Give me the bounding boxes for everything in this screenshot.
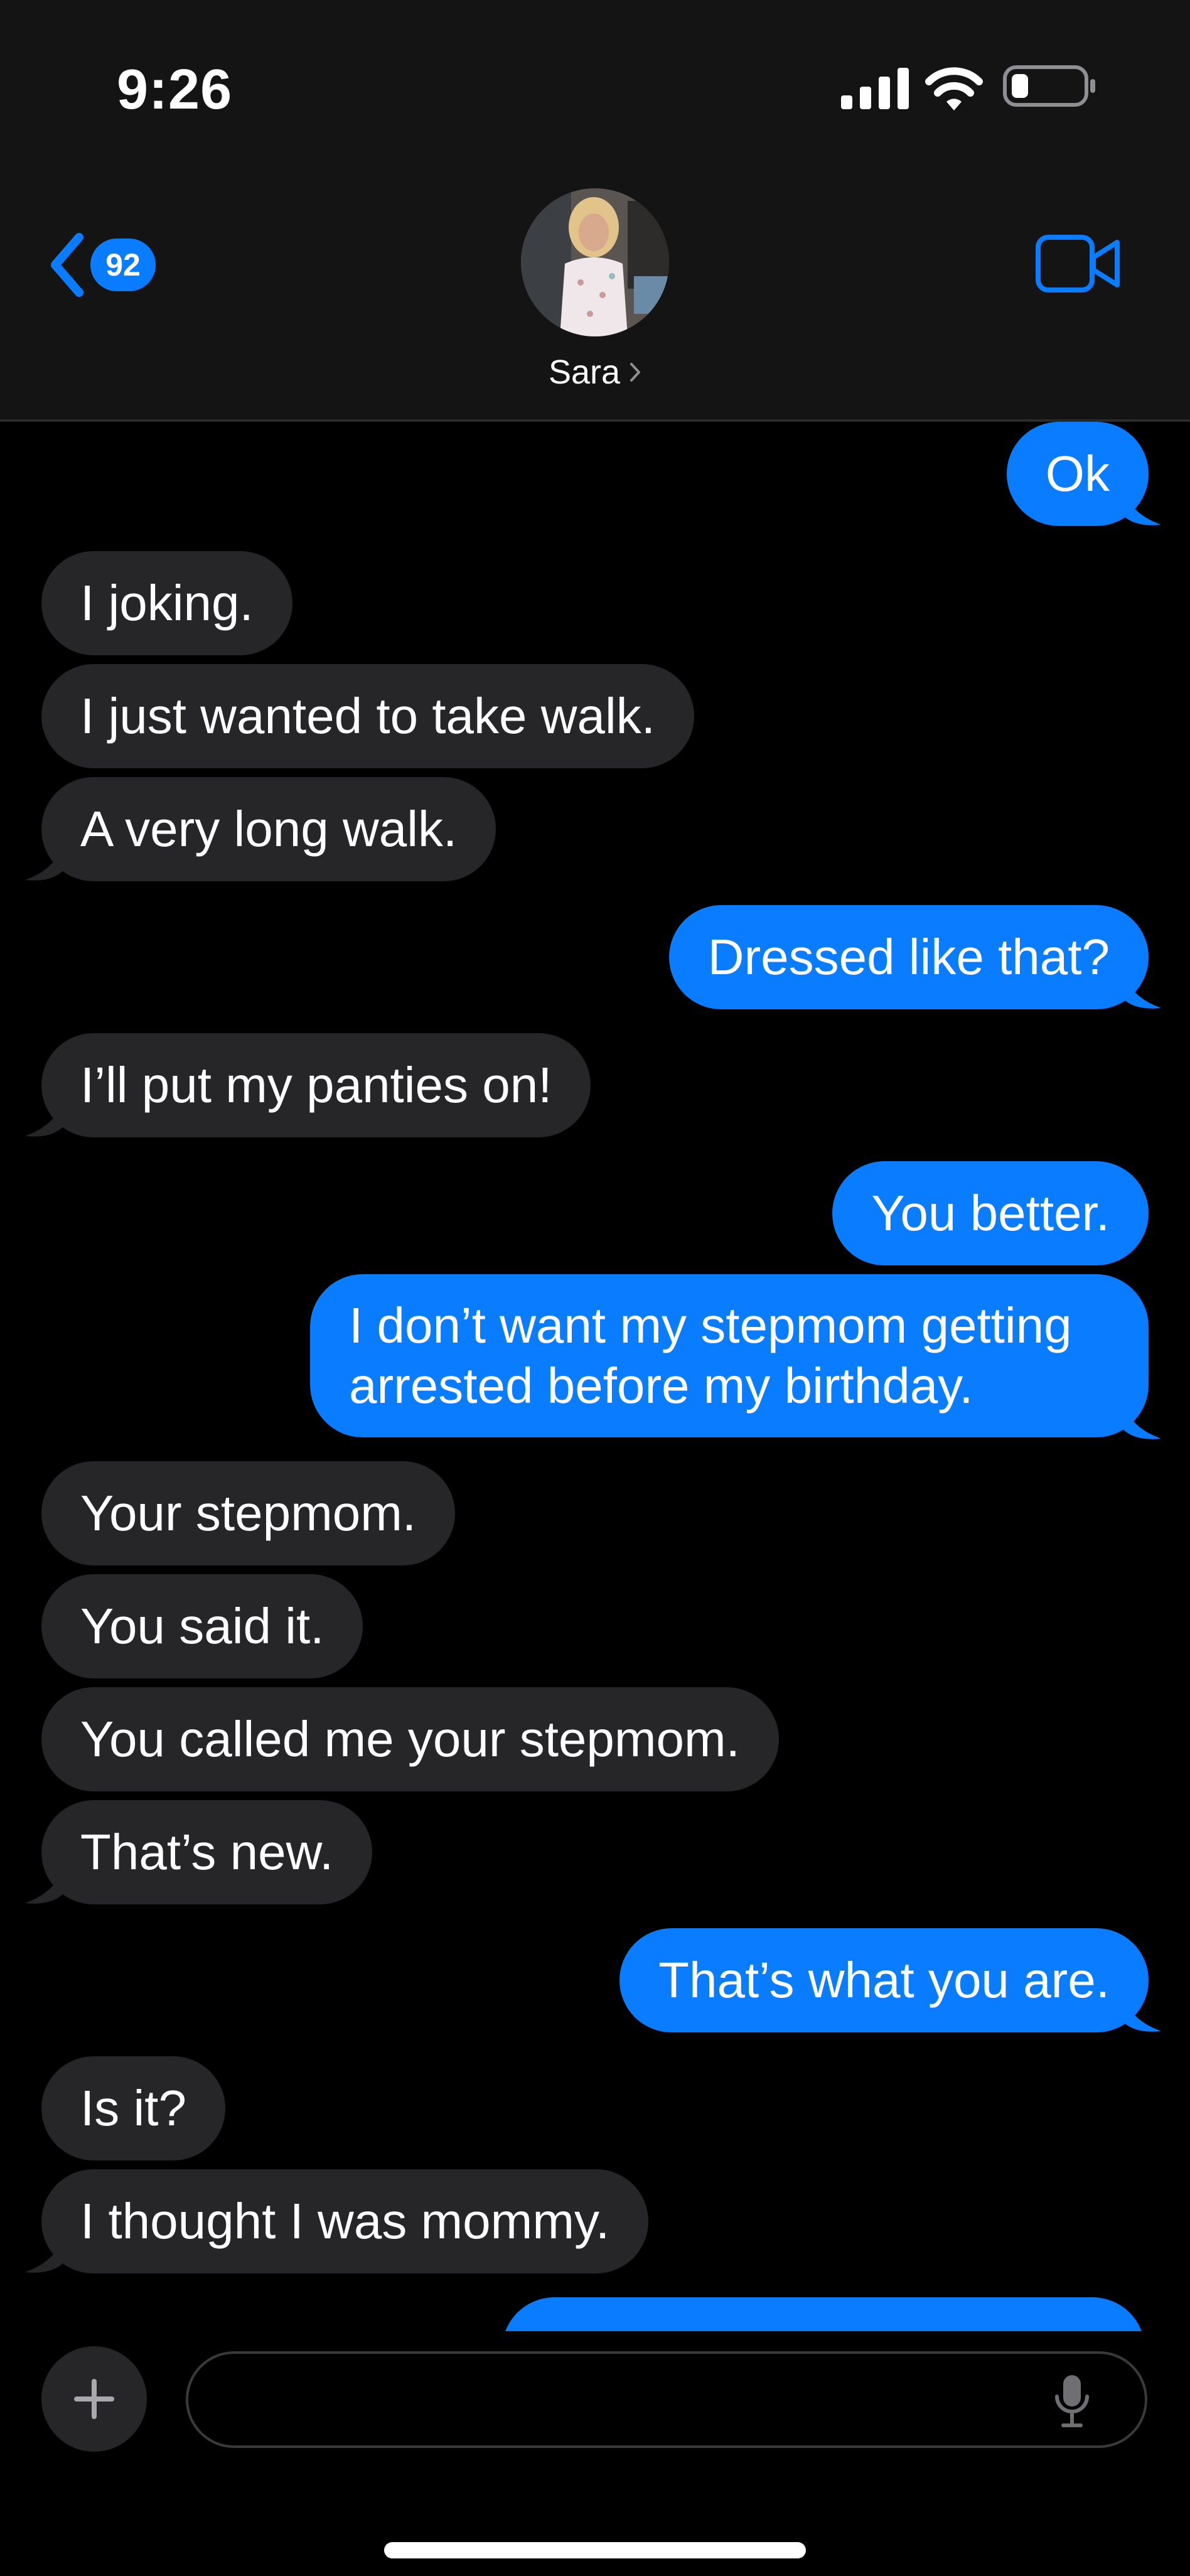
message-thread[interactable]: Ok I joking. I just wanted to take walk.… — [0, 419, 1190, 2331]
message-text: Ok — [1045, 446, 1110, 502]
bubble-tail — [1123, 972, 1161, 1009]
wifi-icon — [925, 67, 983, 110]
cellular-signal-icon — [841, 68, 909, 109]
status-bar: 9:26 — [0, 0, 1190, 157]
chevron-right-icon — [630, 363, 641, 382]
status-time: 9:26 — [117, 58, 233, 121]
message-bubble-received[interactable]: I thought I was mommy. — [41, 2169, 649, 2273]
message-text: That’s new. — [80, 1824, 334, 1880]
battery-icon — [1003, 65, 1095, 107]
bubble-tail — [1123, 1402, 1161, 1439]
message-text: I’ll put my panties on! — [80, 1057, 552, 1113]
message-bubble-sent-partial[interactable] — [502, 2297, 1145, 2331]
message-text: I just wanted to take walk. — [80, 688, 656, 744]
bubble-tail — [25, 1867, 63, 1904]
microphone-icon[interactable] — [1053, 2373, 1091, 2428]
message-composer — [0, 2331, 1190, 2576]
message-text: You better. — [871, 1185, 1110, 1241]
home-indicator[interactable] — [384, 2542, 806, 2558]
message-bubble-sent[interactable]: Dressed like that? — [668, 905, 1149, 1009]
facetime-video-icon[interactable] — [1036, 235, 1121, 292]
contact-name: Sara — [548, 353, 621, 391]
message-text: Dressed like that? — [707, 929, 1110, 985]
message-text: A very long walk. — [80, 801, 458, 857]
plus-icon — [74, 2379, 114, 2419]
bubble-tail — [25, 2236, 63, 2273]
message-text: Your stepmom. — [80, 1485, 417, 1541]
avatar-photo — [521, 188, 669, 336]
bubble-tail — [25, 1100, 63, 1137]
back-button[interactable]: 92 — [49, 232, 156, 298]
message-bubble-received[interactable]: You said it. — [41, 1574, 363, 1678]
contact-avatar[interactable] — [521, 188, 669, 336]
message-bubble-sent[interactable]: You better. — [832, 1161, 1149, 1265]
message-bubble-received[interactable]: I just wanted to take walk. — [41, 664, 695, 768]
message-bubble-received[interactable]: That’s new. — [41, 1800, 373, 1904]
message-text: I thought I was mommy. — [80, 2193, 610, 2249]
bubble-tail — [1123, 1995, 1161, 2032]
apps-plus-button[interactable] — [41, 2346, 147, 2452]
conversation-header: 92 Sara — [0, 157, 1190, 422]
bubble-tail — [25, 844, 63, 881]
unread-count-badge: 92 — [90, 239, 156, 291]
contact-name-button[interactable]: Sara — [0, 353, 1190, 392]
message-text: I don’t want my stepmom getting arrested… — [349, 1297, 1072, 1414]
message-bubble-received[interactable]: You called me your stepmom. — [41, 1687, 779, 1791]
message-text: You said it. — [80, 1598, 324, 1654]
message-bubble-received[interactable]: I’ll put my panties on! — [41, 1033, 591, 1137]
bubble-tail — [1123, 488, 1161, 525]
message-bubble-sent[interactable]: That’s what you are. — [619, 1928, 1149, 2032]
message-bubble-received[interactable]: Is it? — [41, 2056, 225, 2160]
message-bubble-received[interactable]: Your stepmom. — [41, 1461, 456, 1565]
message-bubble-sent[interactable]: I don’t want my stepmom getting arrested… — [310, 1274, 1149, 1437]
message-text: That’s what you are. — [658, 1952, 1110, 2008]
chevron-left-icon — [51, 233, 83, 297]
message-text: Is it? — [80, 2080, 186, 2136]
message-text: You called me your stepmom. — [80, 1711, 740, 1767]
message-input[interactable] — [186, 2351, 1147, 2448]
message-bubble-received[interactable]: I joking. — [41, 551, 292, 655]
message-bubble-received[interactable]: A very long walk. — [41, 777, 496, 881]
message-text: I joking. — [80, 575, 254, 631]
